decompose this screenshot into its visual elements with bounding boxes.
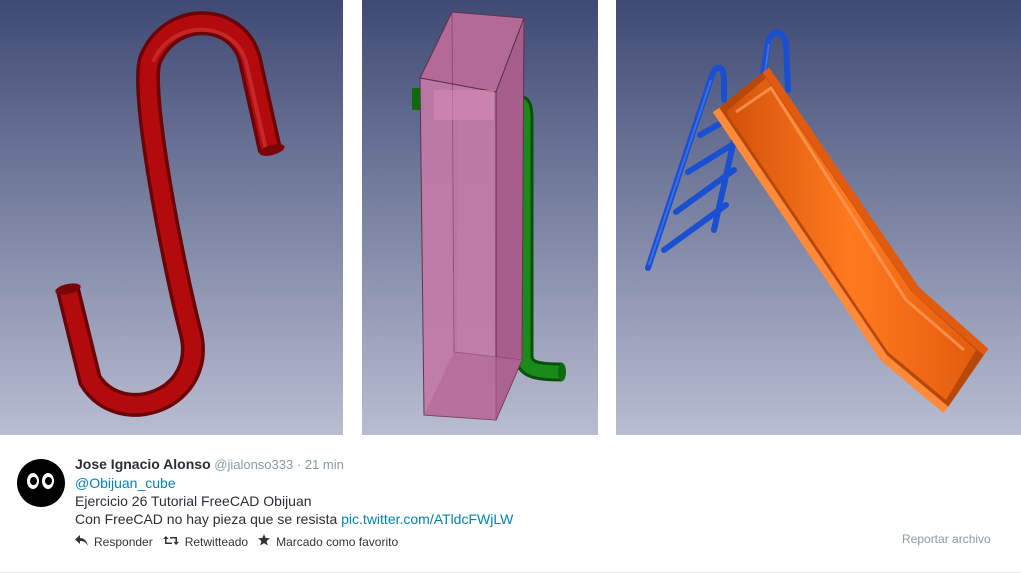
favorite-label: Marcado como favorito bbox=[276, 534, 399, 549]
tweet-actions: Responder Retwitteado Marcado como favor… bbox=[75, 534, 398, 549]
avatar[interactable] bbox=[17, 459, 65, 507]
tweet-text-line-2: Ejercicio 26 Tutorial FreeCAD Obijuan bbox=[75, 493, 312, 509]
mention-link[interactable]: @Obijuan_cube bbox=[75, 475, 176, 491]
reply-button[interactable]: Responder bbox=[75, 534, 153, 549]
tweet-timestamp[interactable]: 21 min bbox=[305, 457, 344, 472]
retweet-label: Retwitteado bbox=[184, 534, 249, 549]
reply-icon bbox=[75, 534, 88, 549]
image-panel-box-pipe[interactable] bbox=[362, 0, 598, 435]
tweet-text-line-1: @Obijuan_cube bbox=[75, 475, 176, 491]
box-pipe-render bbox=[362, 0, 598, 435]
s-hook-render bbox=[0, 0, 343, 435]
star-icon bbox=[258, 534, 271, 549]
image-panel-slide[interactable] bbox=[616, 0, 1021, 435]
tweet-header: Jose Ignacio Alonso @jialonso333 · 21 mi… bbox=[75, 456, 344, 472]
avatar-left-eye bbox=[27, 473, 39, 489]
tweet-body-text: Con FreeCAD no hay pieza que se resista bbox=[75, 511, 338, 527]
media-strip bbox=[0, 0, 1021, 435]
author-username[interactable]: @jialonso333 bbox=[214, 457, 293, 472]
avatar-right-eye bbox=[42, 473, 54, 489]
author-fullname[interactable]: Jose Ignacio Alonso bbox=[75, 456, 211, 472]
image-panel-s-hook[interactable] bbox=[0, 0, 343, 435]
media-link[interactable]: pic.twitter.com/ATldcFWjLW bbox=[341, 511, 513, 527]
reply-label: Responder bbox=[94, 534, 153, 549]
retweet-icon bbox=[162, 535, 179, 549]
header-separator: · bbox=[296, 457, 302, 472]
retweet-button[interactable]: Retwitteado bbox=[162, 534, 249, 549]
tweet-text-line-3: Con FreeCAD no hay pieza que se resista … bbox=[75, 511, 513, 527]
favorite-button[interactable]: Marcado como favorito bbox=[258, 534, 398, 549]
report-link[interactable]: Reportar archivo bbox=[902, 532, 991, 546]
slide-render bbox=[616, 0, 1021, 435]
